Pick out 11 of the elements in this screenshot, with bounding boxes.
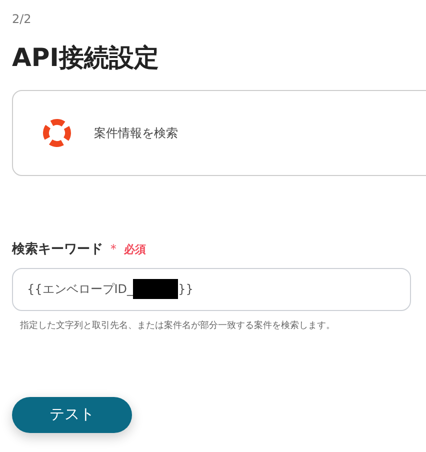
field-hint: 指定した文字列と取引先名、または案件名が部分一致する案件を検索します。	[20, 320, 335, 332]
action-card[interactable]: 案件情報を検索	[12, 90, 426, 176]
test-button[interactable]: テスト	[12, 396, 132, 432]
keyword-input-field[interactable]: {{エンベロープID_ }}	[12, 268, 411, 310]
action-label: 案件情報を検索	[94, 125, 178, 142]
page-title: API接続設定	[12, 42, 159, 74]
required-text: 必須	[124, 242, 146, 258]
required-mark: ＊	[107, 241, 120, 259]
field-label: 検索キーワード	[12, 240, 103, 259]
step-counter: 2/2	[12, 11, 32, 28]
lifebuoy-icon	[42, 118, 72, 148]
